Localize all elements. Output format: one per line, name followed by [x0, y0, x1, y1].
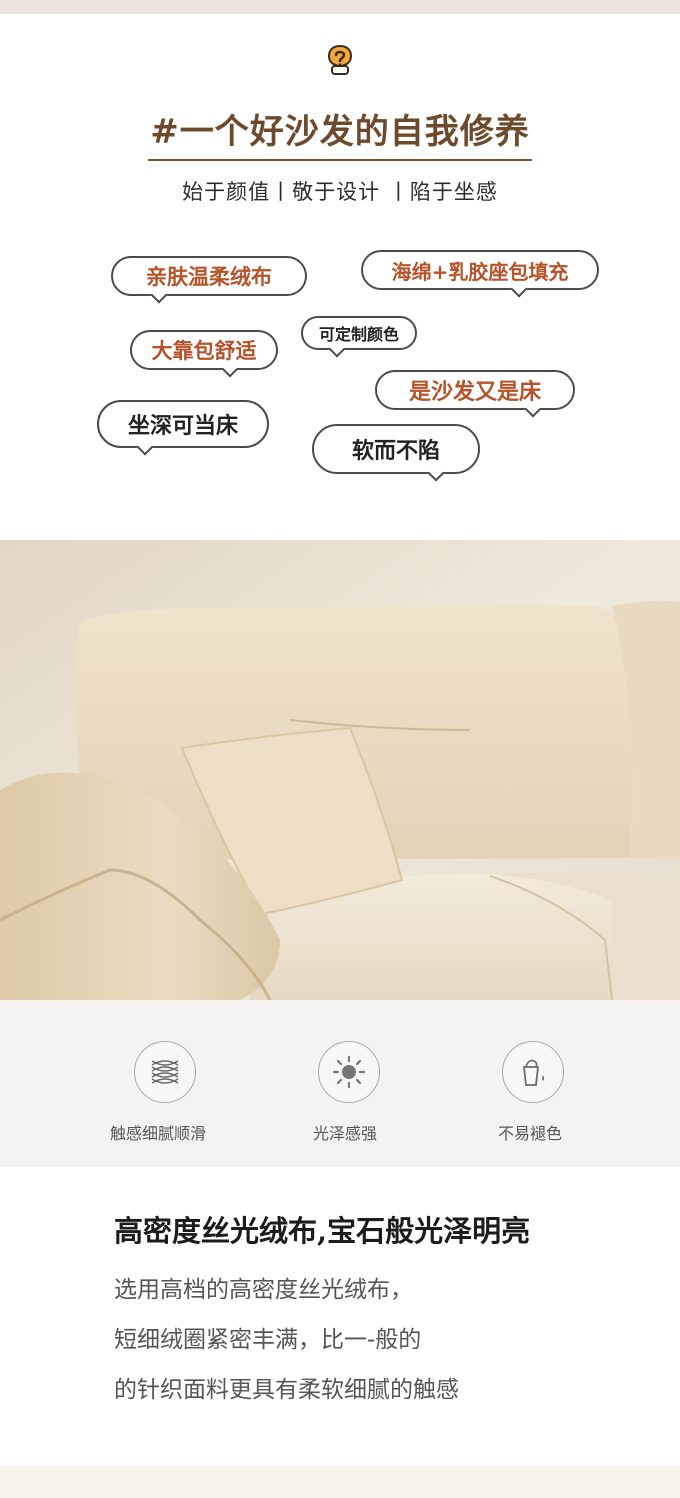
- dye-cup-icon: [502, 1041, 564, 1103]
- feature-label-colorfast: 不易褪色: [498, 1124, 563, 1143]
- sofa-photo: [0, 540, 680, 1000]
- description-line-2: 短细绒圈紧密丰满，比一-般的: [114, 1327, 422, 1353]
- feature-strip: 触感细腻顺滑 光泽感强 不易褪色: [0, 1000, 680, 1167]
- section-heading: 高密度丝光绒布,宝石般光泽明亮: [114, 1214, 531, 1248]
- page-subtitle: 始于颜值丨敬于设计 丨陷于坐感: [182, 180, 498, 204]
- description-line-1: 选用高档的高密度丝光绒布，: [114, 1277, 413, 1303]
- feature-label-luster: 光泽感强: [313, 1124, 378, 1143]
- bubble-soft-not-sink: 软而不陷: [312, 424, 480, 482]
- bubble-soft-fabric: 亲肤温柔绒布: [111, 256, 307, 304]
- feature-label-smooth: 触感细腻顺滑: [110, 1124, 207, 1143]
- sun-icon: [318, 1041, 380, 1103]
- bubble-custom-color: 可定制颜色: [301, 316, 417, 358]
- question-bubble-icon: [327, 44, 353, 76]
- bubble-large-cushion: 大靠包舒适: [130, 330, 278, 378]
- page-title: #一个好沙发的自我修养: [0, 104, 680, 161]
- bubble-deep-seat: 坐深可当床: [97, 400, 269, 456]
- bubble-sofa-bed: 是沙发又是床: [375, 370, 575, 418]
- bubble-latex-filling: 海绵+乳胶座包填充: [361, 250, 599, 298]
- bottom-band: [0, 1466, 680, 1498]
- description-line-3: 的针织面料更具有柔软细腻的触感: [114, 1377, 459, 1403]
- top-band: [0, 0, 680, 14]
- fabric-weave-icon: [134, 1041, 196, 1103]
